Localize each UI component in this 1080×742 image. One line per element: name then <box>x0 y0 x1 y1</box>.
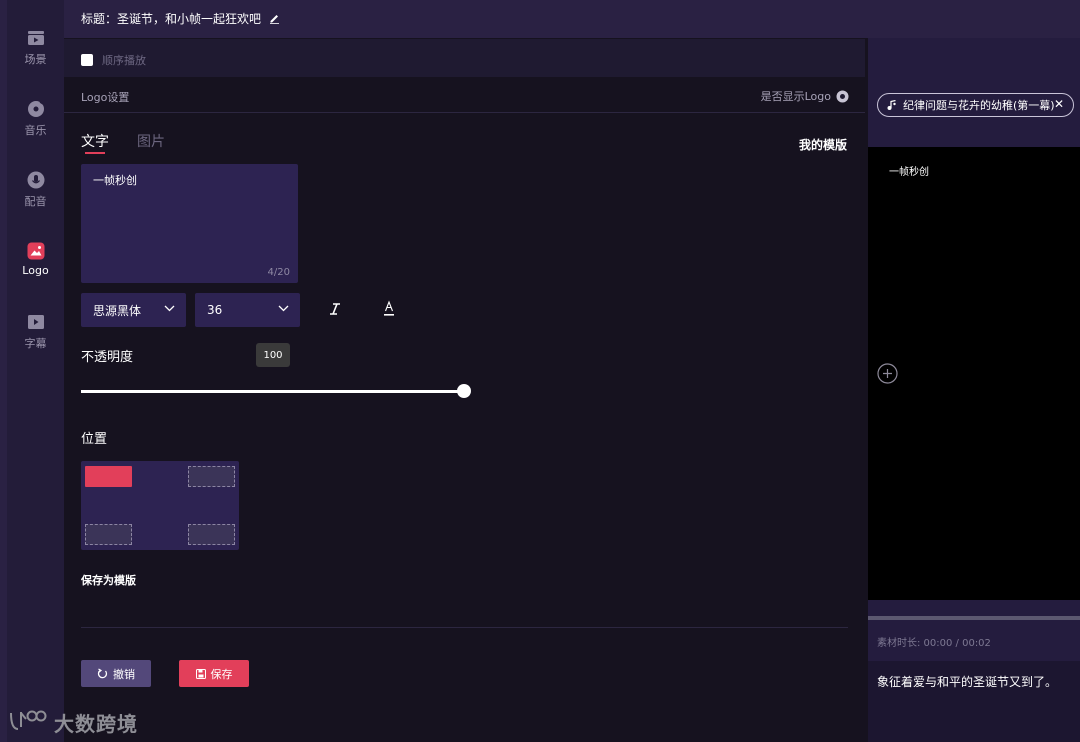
chevron-down-icon <box>164 305 175 312</box>
video-preview: 一帧秒创 <box>868 147 1080 600</box>
sidebar: 场景 音乐 配音 Logo 字幕 <box>7 0 64 742</box>
sequential-play-label: 顺序播放 <box>102 54 146 67</box>
logo-text-value: 一帧秒创 <box>93 174 137 187</box>
sidebar-item-scene[interactable]: 场景 <box>7 29 64 67</box>
add-icon[interactable] <box>877 363 898 384</box>
italic-icon <box>330 303 340 315</box>
watermark-text: 大数跨境 <box>54 711 138 736</box>
show-logo-label: 是否显示Logo <box>760 90 831 103</box>
music-icon <box>27 100 45 118</box>
music-track-chip[interactable]: 纪律问题与花卉的幼稚(第一幕) ✕ <box>877 93 1074 117</box>
chevron-down-icon <box>278 305 289 312</box>
undo-icon <box>97 668 108 679</box>
music-note-icon <box>887 100 897 110</box>
save-as-template-link[interactable]: 保存为模版 <box>81 572 136 588</box>
logo-text-input[interactable]: 一帧秒创 4/20 <box>81 164 298 283</box>
tab-text[interactable]: 文字 <box>81 131 109 151</box>
sidebar-item-subtitles[interactable]: 字幕 <box>7 313 64 351</box>
logo-settings-header: Logo设置 是否显示Logo <box>64 77 865 113</box>
music-track-name: 纪律问题与花卉的幼稚(第一幕) <box>903 99 1055 112</box>
edit-title-icon[interactable] <box>269 13 280 24</box>
position-bottom-left[interactable] <box>85 524 132 545</box>
toggle-on-icon[interactable] <box>836 90 849 103</box>
image-icon <box>27 242 45 260</box>
sidebar-item-music[interactable]: 音乐 <box>7 100 64 138</box>
save-icon <box>195 668 206 679</box>
opacity-tooltip: 100 <box>256 343 290 367</box>
font-size-select[interactable]: 36 <box>195 293 300 327</box>
position-bottom-right[interactable] <box>188 524 235 545</box>
text-color-button[interactable] <box>378 300 400 318</box>
position-label: 位置 <box>81 432 108 447</box>
sequential-play-checkbox[interactable] <box>81 54 93 66</box>
material-duration: 素材时长: 00:00 / 00:02 <box>877 638 991 649</box>
undo-button[interactable]: 撤销 <box>81 660 151 687</box>
divider <box>81 627 848 628</box>
playback-progress-bar[interactable] <box>868 616 1080 620</box>
sidebar-item-label: 字幕 <box>24 337 47 350</box>
active-tab-indicator <box>85 152 105 154</box>
sidebar-item-voiceover[interactable]: 配音 <box>7 171 64 209</box>
char-count: 4/20 <box>267 267 290 278</box>
save-button[interactable]: 保存 <box>179 660 249 687</box>
position-top-right[interactable] <box>188 466 235 487</box>
font-family-value: 思源黑体 <box>93 303 142 318</box>
watermark-logo <box>8 707 48 737</box>
sidebar-item-label: 音乐 <box>24 124 47 137</box>
sidebar-item-logo[interactable]: Logo <box>7 242 64 277</box>
font-size-value: 36 <box>207 303 223 317</box>
my-templates-link[interactable]: 我的模版 <box>799 136 847 153</box>
italic-button[interactable] <box>324 300 346 318</box>
opacity-slider-fill <box>81 390 467 393</box>
undo-label: 撤销 <box>113 667 135 681</box>
save-label: 保存 <box>210 667 233 681</box>
close-icon[interactable]: ✕ <box>1054 97 1064 111</box>
position-picker <box>81 461 239 550</box>
opacity-slider-handle[interactable] <box>457 384 471 398</box>
subtitle-preview: 象征着爱与和平的圣诞节又到了。 <box>868 661 1080 742</box>
logo-settings-heading: Logo设置 <box>81 91 130 104</box>
sidebar-item-label: 配音 <box>24 195 47 208</box>
subtitle-icon <box>27 313 45 331</box>
left-edge-strip <box>0 0 7 742</box>
subtitle-text: 象征着爱与和平的圣诞节又到了。 <box>877 675 1058 689</box>
scene-icon <box>27 29 45 47</box>
opacity-label: 不透明度 <box>81 350 134 365</box>
title-area: 标题：圣诞节，和小帧一起狂欢吧 <box>81 10 280 27</box>
font-family-select[interactable]: 思源黑体 <box>81 293 186 327</box>
play-options-bar: 顺序播放 <box>64 39 865 77</box>
watermark: 大数跨境 <box>8 707 138 737</box>
preview-logo-text: 一帧秒创 <box>889 167 929 178</box>
sidebar-item-label: Logo <box>22 264 49 277</box>
text-color-icon <box>384 300 394 316</box>
sidebar-item-label: 场景 <box>24 53 47 66</box>
microphone-icon <box>27 171 45 189</box>
sequential-play-toggle[interactable]: 顺序播放 <box>81 52 146 68</box>
header: 标题：圣诞节，和小帧一起狂欢吧 <box>64 0 1080 38</box>
show-logo-toggle[interactable]: 是否显示Logo <box>761 88 849 104</box>
opacity-slider-track[interactable] <box>81 390 467 393</box>
position-top-left[interactable] <box>85 466 132 487</box>
tab-image[interactable]: 图片 <box>137 131 165 151</box>
page-title: 标题：圣诞节，和小帧一起狂欢吧 <box>81 12 262 26</box>
